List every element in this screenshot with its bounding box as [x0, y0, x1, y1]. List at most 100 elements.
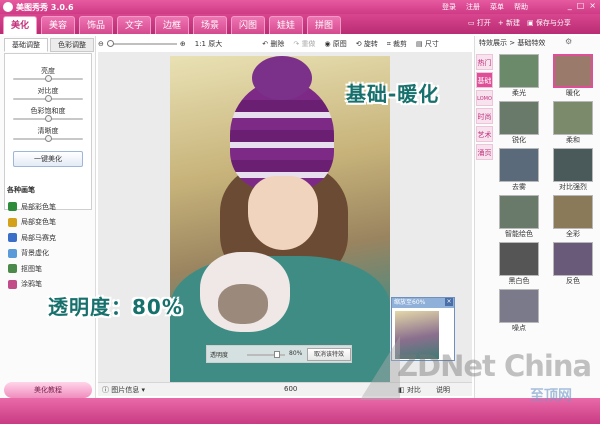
tab-accessories[interactable]: 饰品 [79, 16, 113, 34]
brush-cutout[interactable]: 抠图笔 [4, 261, 92, 277]
effect-categories: 热门 基础 LOMO 时尚 艺术 涌页 [476, 54, 493, 162]
tab-basic-adjust[interactable]: 基础调整 [4, 38, 48, 52]
brightness-slider[interactable] [13, 75, 83, 82]
effect-high-contrast[interactable]: 对比强烈 [549, 148, 597, 195]
category-other[interactable]: 涌页 [476, 144, 493, 160]
effect-preview [499, 242, 539, 276]
new-button[interactable]: + 新建 [498, 18, 520, 28]
saturation-knob[interactable] [44, 115, 52, 122]
contrast-slider[interactable] [13, 95, 83, 102]
brush-mosaic[interactable]: 局部马赛克 [4, 230, 92, 246]
save-share-button[interactable]: ▣ 保存与分享 [527, 18, 571, 28]
tab-face[interactable]: 美容 [41, 16, 75, 34]
transparency-bar: 透明度 80% 取消该特效 [206, 345, 352, 363]
brightness-knob[interactable] [44, 75, 52, 82]
image-info-button[interactable]: ⓘ 图片信息 ▾ [102, 385, 145, 395]
effect-preview [499, 195, 539, 229]
tab-frame[interactable]: 边框 [155, 16, 189, 34]
contrast-knob[interactable] [44, 95, 52, 102]
saturation-slider[interactable] [13, 115, 83, 122]
redo-button[interactable]: ↷ 重做 [293, 39, 315, 49]
effect-soft-light[interactable]: 柔光 [495, 54, 543, 101]
resize-label: 尺寸 [424, 40, 439, 48]
zoom-slider[interactable] [106, 40, 177, 47]
effect-full-color[interactable]: 全彩 [549, 195, 597, 242]
redo-label: 重做 [301, 40, 316, 48]
tab-color-adjust[interactable]: 色彩调整 [50, 38, 94, 52]
image-size: 600 [284, 385, 298, 393]
one-click-beautify-button[interactable]: 一键美化 [13, 151, 83, 167]
brush-doodle[interactable]: 涂鸦笔 [4, 277, 92, 293]
effect-dehaze[interactable]: 去雾 [495, 148, 543, 195]
brush-label: 背景虚化 [21, 249, 49, 258]
settings-icon[interactable]: ⚙ [565, 37, 572, 46]
original-size-button[interactable]: 1:1 原大 [195, 39, 223, 49]
cancel-effect-button[interactable]: 取消该特效 [307, 348, 351, 361]
crop-button[interactable]: ⌗ 裁剪 [387, 39, 407, 49]
zoom-knob[interactable] [106, 40, 114, 47]
sharpness-slider[interactable] [13, 135, 83, 142]
category-fashion[interactable]: 时尚 [476, 108, 493, 124]
brush-label: 抠图笔 [21, 264, 42, 273]
title-links: 登录 注册 菜单 帮助 [442, 2, 528, 12]
tab-scene[interactable]: 场景 [193, 16, 227, 34]
zoom-out-icon[interactable]: ⊖ [98, 40, 104, 48]
brush-local-color[interactable]: 局部彩色笔 [4, 199, 92, 215]
save-label: 保存与分享 [535, 19, 571, 27]
effect-invert[interactable]: 反色 [549, 242, 597, 289]
effect-label: 反色 [566, 277, 580, 285]
category-basic[interactable]: 基础 [476, 72, 493, 88]
tab-collage[interactable]: 拼图 [307, 16, 341, 34]
maximize-button[interactable]: □ [577, 1, 585, 10]
effect-label: 锐化 [512, 136, 526, 144]
effect-black-white[interactable]: 黑白色 [495, 242, 543, 289]
close-button[interactable]: × [589, 1, 596, 10]
opacity-callout: 透明度：80% [48, 295, 183, 319]
menu-link[interactable]: 菜单 [490, 2, 504, 12]
effect-preview [553, 101, 593, 135]
effect-noise[interactable]: 噪点 [495, 289, 543, 336]
effect-label: 柔光 [512, 89, 526, 97]
effect-label: 全彩 [566, 230, 580, 238]
tab-flash[interactable]: 闪图 [231, 16, 265, 34]
brush-color-icon [8, 202, 17, 212]
compare-button[interactable]: ◧ 对比 [398, 385, 421, 395]
tab-doll[interactable]: 娃娃 [269, 16, 303, 34]
original-image-button[interactable]: ◉ 原图 [324, 39, 346, 49]
open-button[interactable]: ▭ 打开 [468, 18, 491, 28]
tab-text[interactable]: 文字 [117, 16, 151, 34]
register-link[interactable]: 注册 [466, 2, 480, 12]
transparency-knob[interactable] [274, 351, 281, 358]
minimize-button[interactable]: _ [568, 1, 572, 10]
compare-label: 对比 [406, 386, 421, 394]
effect-warm[interactable]: 暖化 [549, 54, 597, 101]
login-link[interactable]: 登录 [442, 2, 456, 12]
info-button[interactable]: 说明 [436, 385, 450, 395]
effect-sharpen[interactable]: 锐化 [495, 101, 543, 148]
category-art[interactable]: 艺术 [476, 126, 493, 142]
sharpness-knob[interactable] [44, 135, 52, 142]
status-bar: ⓘ 图片信息 ▾ 600 ◧ 对比 说明 [98, 382, 472, 396]
effect-preview [553, 242, 593, 276]
category-hot[interactable]: 热门 [476, 54, 493, 70]
beautify-tutorial-button[interactable]: 美化教程 [4, 382, 92, 398]
category-lomo[interactable]: LOMO [476, 90, 493, 106]
effect-smart-color[interactable]: 智能绘色 [495, 195, 543, 242]
brush-local-recolor[interactable]: 局部变色笔 [4, 215, 92, 231]
close-icon[interactable]: × [445, 298, 453, 306]
photo-cat-face [218, 284, 268, 324]
mosaic-icon [8, 233, 17, 243]
tab-beautify[interactable]: 美化 [3, 16, 37, 34]
transparency-slider[interactable] [247, 351, 285, 358]
help-link[interactable]: 帮助 [514, 2, 528, 12]
rotate-button[interactable]: ⟲ 旋转 [356, 39, 378, 49]
effect-soft[interactable]: 柔和 [549, 101, 597, 148]
delete-button[interactable]: ↶ 删除 [262, 39, 284, 49]
effect-callout: 基础-暖化 [346, 82, 440, 106]
effect-label: 黑白色 [508, 277, 530, 285]
original-label: 原图 [332, 40, 347, 48]
brush-recolor-icon [8, 217, 17, 227]
zoom-in-icon[interactable]: ⊕ [180, 40, 186, 48]
resize-button[interactable]: ▤ 尺寸 [416, 39, 439, 49]
brush-background-blur[interactable]: 背景虚化 [4, 246, 92, 262]
